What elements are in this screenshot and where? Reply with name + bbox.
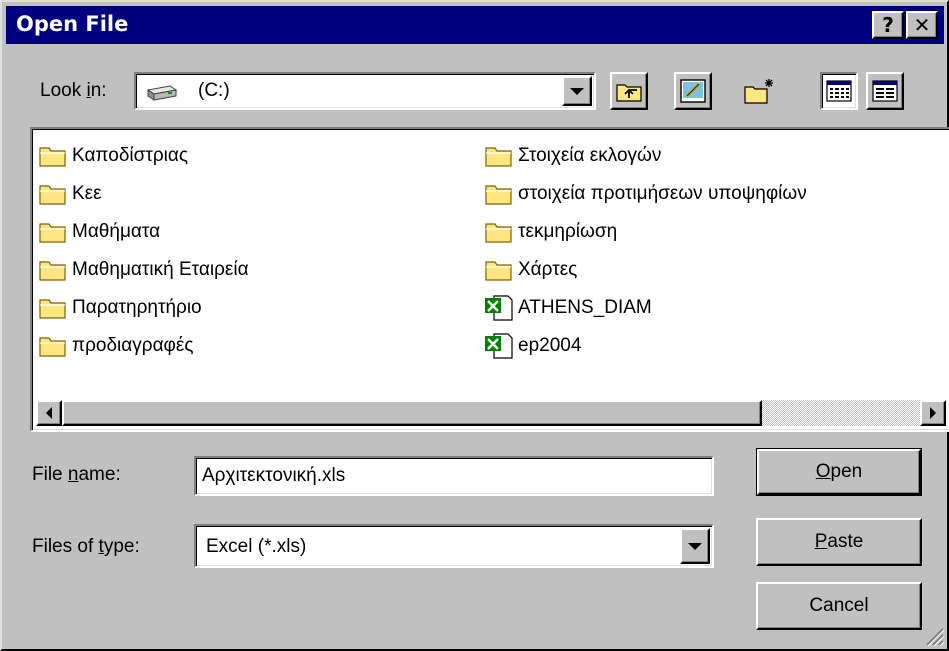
files-of-type-dropdown-button[interactable] (680, 528, 710, 564)
file-list-item[interactable]: ep2004 (484, 327, 807, 365)
look-in-dropdown-button[interactable] (562, 76, 592, 106)
file-list-item[interactable]: Μαθηματική Εταιρεία (38, 251, 249, 289)
file-list-column-left: Καποδίστριας Κεε Μαθήματα Μαθηματική Εταιρε… (38, 137, 249, 365)
file-list-item-label: τεκμηρίωση (518, 221, 618, 242)
file-name-input[interactable]: Αρχιτεκτονική.xls (194, 456, 714, 496)
new-folder-icon (744, 79, 773, 104)
file-list-item-label: Καποδίστριας (72, 145, 189, 166)
arrow-right-icon (930, 407, 936, 419)
excel-file-icon (485, 333, 513, 359)
scroll-thumb[interactable] (62, 400, 762, 426)
close-button[interactable]: ✕ (906, 11, 938, 39)
look-in-label: Look in: (40, 80, 107, 101)
paste-button-label: Paste (814, 531, 864, 552)
file-list-item-label: Κεε (72, 183, 102, 204)
file-list-item-label: Μαθηματική Εταιρεία (72, 259, 249, 280)
folder-icon (39, 337, 66, 357)
file-list-item[interactable]: Κεε (38, 175, 249, 213)
file-list-item[interactable]: ATHENS_DIAM (484, 289, 807, 327)
file-list-item-label: Χάρτες (518, 259, 578, 280)
file-list-item-label: Στοιχεία εκλογών (518, 145, 662, 166)
file-list-item[interactable]: Παρατηρητήριο (38, 289, 249, 327)
excel-file-icon (485, 295, 513, 321)
file-list-item[interactable]: προδιαγραφές (38, 327, 249, 365)
files-of-type-combo[interactable]: Excel (*.xls) (194, 524, 714, 568)
scroll-right-button[interactable] (920, 400, 946, 426)
resize-grip-icon[interactable] (923, 625, 945, 647)
desktop-icon (680, 79, 706, 103)
file-list-item-label: Μαθήματα (72, 221, 161, 242)
open-file-dialog: Open File ? ✕ Look in: (C:) Καποδίστριας… (0, 0, 949, 651)
file-list-item[interactable]: Στοιχεία εκλογών (484, 137, 807, 175)
help-button[interactable]: ? (872, 11, 904, 39)
folder-icon (485, 185, 512, 205)
cancel-button-label: Cancel (809, 595, 869, 616)
details-view-button[interactable] (866, 72, 904, 110)
chevron-down-icon (570, 87, 584, 95)
file-list[interactable]: Καποδίστριας Κεε Μαθήματα Μαθηματική Εταιρε… (30, 127, 949, 432)
create-new-folder-button[interactable] (740, 72, 778, 110)
file-list-item[interactable]: στοιχεία προτιμήσεων υποψηφίων (484, 175, 807, 213)
file-list-column-right: Στοιχεία εκλογών στοιχεία προτιμήσεων υπο… (484, 137, 807, 365)
file-list-item[interactable]: τεκμηρίωση (484, 213, 807, 251)
file-name-value: Αρχιτεκτονική.xls (202, 465, 346, 486)
folder-icon (485, 147, 512, 167)
details-view-icon (872, 80, 898, 102)
file-list-item[interactable]: Μαθήματα (38, 213, 249, 251)
scroll-left-button[interactable] (36, 400, 62, 426)
paste-button[interactable]: Paste (756, 518, 922, 566)
folder-icon (39, 261, 66, 281)
folder-icon (485, 223, 512, 243)
list-view-icon (826, 80, 852, 102)
folder-icon (39, 147, 66, 167)
look-in-combo[interactable]: (C:) (134, 72, 596, 110)
title-bar[interactable]: Open File ? ✕ (6, 6, 944, 44)
open-button[interactable]: Open (756, 448, 922, 496)
dialog-title: Open File (16, 12, 129, 36)
file-name-label: File name: (32, 464, 121, 485)
horizontal-scrollbar[interactable] (36, 400, 946, 426)
open-button-label: Open (815, 461, 863, 482)
file-list-item-label: Παρατηρητήριο (72, 297, 202, 318)
up-folder-icon (616, 84, 642, 102)
folder-icon (39, 185, 66, 205)
file-list-item[interactable]: Καποδίστριας (38, 137, 249, 175)
look-in-value: (C:) (198, 80, 230, 101)
desktop-button[interactable] (674, 72, 712, 110)
up-one-level-button[interactable] (610, 72, 648, 110)
files-of-type-value: Excel (*.xls) (206, 536, 307, 557)
file-list-item-label: προδιαγραφές (72, 335, 194, 356)
file-list-item-label: ATHENS_DIAM (518, 297, 652, 318)
arrow-left-icon (46, 407, 52, 419)
file-list-item-label: ep2004 (518, 335, 582, 356)
cancel-button[interactable]: Cancel (756, 582, 922, 630)
folder-icon (485, 261, 512, 281)
hard-drive-icon (146, 85, 178, 101)
list-view-button[interactable] (820, 72, 858, 110)
chevron-down-icon (688, 542, 702, 550)
files-of-type-label: Files of type: (32, 536, 140, 557)
file-list-item-label: στοιχεία προτιμήσεων υποψηφίων (518, 183, 807, 204)
file-list-item[interactable]: Χάρτες (484, 251, 807, 289)
folder-icon (39, 299, 66, 319)
folder-icon (39, 223, 66, 243)
